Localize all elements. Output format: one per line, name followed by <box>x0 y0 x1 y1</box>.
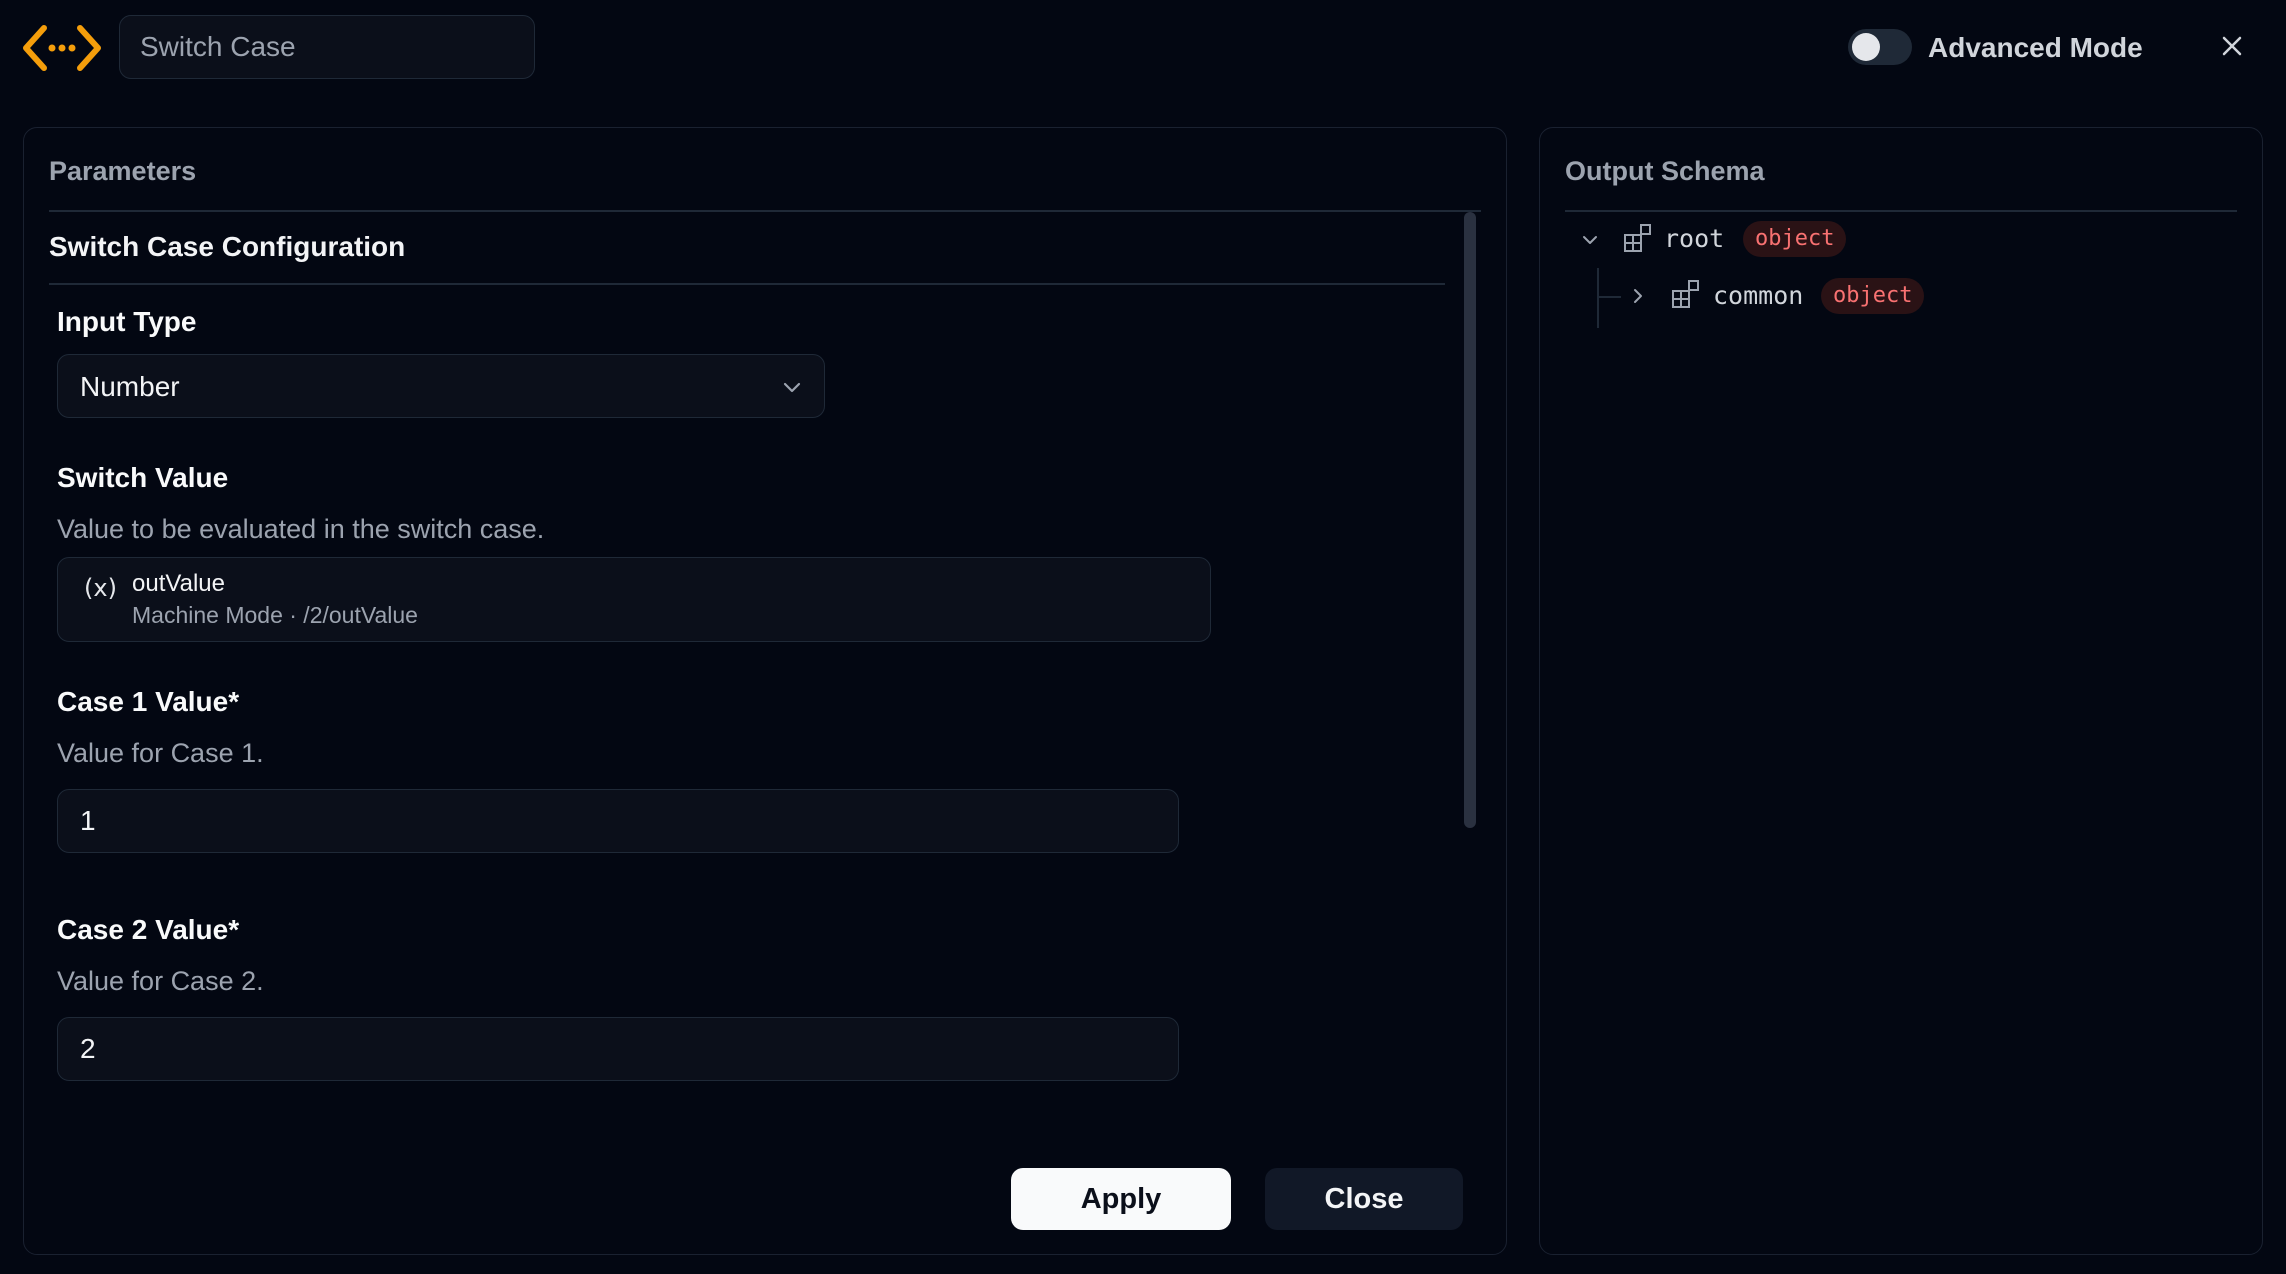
case2-description: Value for Case 2. <box>57 966 264 996</box>
close-button[interactable]: Close <box>1265 1168 1463 1230</box>
variable-name: outValue <box>132 570 225 597</box>
parameters-title: Parameters <box>49 156 197 186</box>
advanced-mode-toggle[interactable] <box>1848 29 1912 65</box>
tree-node-name[interactable]: root <box>1664 224 1724 253</box>
type-badge: object <box>1821 278 1925 314</box>
tree-guide-line <box>1597 268 1599 328</box>
output-schema-title: Output Schema <box>1565 156 1765 186</box>
case1-label: Case 1 Value* <box>57 686 240 717</box>
switch-value-label: Switch Value <box>57 462 229 493</box>
object-node-icon <box>1672 280 1699 308</box>
tree-node-name[interactable]: common <box>1713 281 1803 310</box>
input-type-value: Number <box>80 371 180 402</box>
switch-value-description: Value to be evaluated in the switch case… <box>57 514 545 544</box>
variable-path: Machine Mode · /2/outValue <box>132 602 418 628</box>
case1-description: Value for Case 1. <box>57 738 264 768</box>
header-bar: Advanced Mode <box>0 0 2286 96</box>
chevron-down-icon <box>783 382 801 393</box>
case1-input[interactable] <box>57 789 1179 853</box>
close-icon[interactable] <box>2214 28 2250 64</box>
variable-icon: (x) <box>84 574 117 602</box>
code-brackets-icon <box>23 25 101 71</box>
type-badge: object <box>1743 221 1847 257</box>
section-title: Switch Case Configuration <box>49 231 406 262</box>
case2-input[interactable] <box>57 1017 1179 1081</box>
apply-button[interactable]: Apply <box>1011 1168 1231 1230</box>
chevron-right-icon[interactable] <box>1628 286 1648 306</box>
switch-value-variable[interactable]: (x) outValue Machine Mode · /2/outValue <box>57 557 1211 642</box>
divider <box>49 210 1481 212</box>
tree-guide-line <box>1597 296 1621 298</box>
object-node-icon <box>1624 224 1651 252</box>
advanced-mode-label: Advanced Mode <box>1928 32 2143 63</box>
node-name-input[interactable] <box>119 15 535 79</box>
divider <box>1565 210 2237 212</box>
chevron-down-icon[interactable] <box>1580 230 1600 250</box>
input-type-label: Input Type <box>57 306 197 337</box>
case2-label: Case 2 Value* <box>57 914 240 945</box>
divider <box>49 283 1445 285</box>
scrollbar[interactable] <box>1464 212 1476 828</box>
parameters-panel: Parameters Switch Case Configuration Inp… <box>23 127 1507 1255</box>
output-schema-panel: Output Schema root object common object <box>1539 127 2263 1255</box>
input-type-select[interactable]: Number <box>57 354 825 418</box>
toggle-knob <box>1852 33 1880 61</box>
